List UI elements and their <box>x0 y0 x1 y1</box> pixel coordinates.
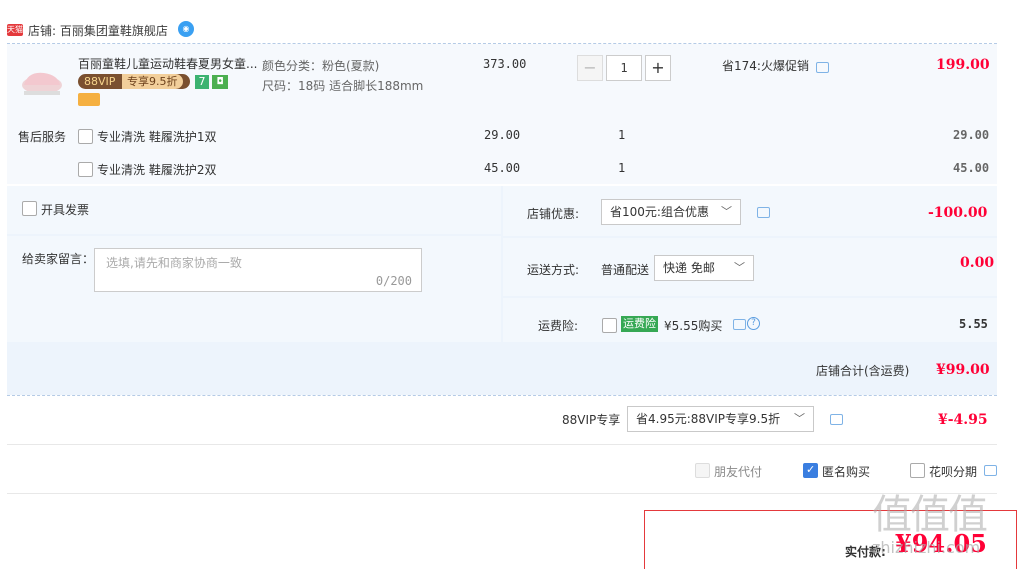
insurance-amount: 5.55 <box>959 317 988 331</box>
divider <box>7 444 997 445</box>
comment-icon[interactable] <box>733 319 746 330</box>
invoice-checkbox[interactable] <box>22 201 37 216</box>
vip88-selected: 省4.95元:88VIP专享9.5折 <box>636 412 781 426</box>
service-qty-1: 1 <box>618 128 626 142</box>
decrease-quantity-button[interactable]: − <box>577 55 603 81</box>
discount-amount: -100.00 <box>928 205 988 221</box>
anonymous-label: 匿名购买 <box>822 465 871 479</box>
discount-select[interactable]: 省100元:组合优惠 ﹀ <box>601 199 741 225</box>
services-label: 售后服务 <box>18 130 67 144</box>
insurance-checkbox[interactable] <box>602 318 617 333</box>
service-name-1: 专业清洗 鞋履洗护1双 <box>97 130 217 144</box>
discount-label: 店铺优惠: <box>527 207 580 221</box>
unit-price: 373.00 <box>483 57 527 71</box>
increase-quantity-button[interactable]: + <box>645 55 671 81</box>
shop-label: 店铺: <box>28 24 57 38</box>
huabei-label: 花呗分期 <box>929 465 978 479</box>
seven-day-return-icon: 7 <box>195 75 209 89</box>
shop-total-amount: ¥99.00 <box>936 362 990 378</box>
wangwang-icon[interactable]: ◉ <box>178 21 194 37</box>
message-placeholder: 选填,请先和商家协商一致 <box>106 256 242 270</box>
comment-icon[interactable] <box>757 207 770 218</box>
vip-badge: 88VIP 专享9.5折 <box>78 74 190 89</box>
comment-icon[interactable] <box>984 465 997 476</box>
vip88-label: 88VIP专享 <box>562 413 621 427</box>
huabei-checkbox[interactable] <box>910 463 925 478</box>
insurance-label: 运费险: <box>538 319 579 333</box>
shipping-label: 运送方式: <box>527 263 580 277</box>
service-total-1: 29.00 <box>953 128 990 142</box>
friend-pay-checkbox[interactable] <box>695 463 710 478</box>
chevron-down-icon: ﹀ <box>734 261 745 274</box>
product-title[interactable]: 百丽童鞋儿童运动鞋春夏男女童... <box>78 55 257 72</box>
card-icon <box>78 93 100 106</box>
vip88-select[interactable]: 省4.95元:88VIP专享9.5折 ﹀ <box>627 406 814 432</box>
vip88-amount: ¥-4.95 <box>938 412 988 428</box>
service-total-2: 45.00 <box>953 161 990 175</box>
comment-icon[interactable] <box>816 62 829 73</box>
service-price-2: 45.00 <box>484 161 521 175</box>
shipping-type: 普通配送 <box>601 263 650 277</box>
insurance-text: ¥5.55购买 <box>664 319 723 333</box>
shipping-selected: 快递 免邮 <box>663 261 715 275</box>
service-qty-2: 1 <box>618 161 626 175</box>
quantity-input[interactable]: 1 <box>606 55 642 81</box>
chevron-down-icon: ﹀ <box>794 412 805 425</box>
service-checkbox-1[interactable] <box>78 129 93 144</box>
divider <box>7 493 997 494</box>
product-thumbnail[interactable] <box>18 55 66 103</box>
service-price-1: 29.00 <box>484 128 521 142</box>
divider <box>7 395 997 396</box>
service-checkbox-2[interactable] <box>78 162 93 177</box>
discount-selected: 省100元:组合优惠 <box>610 205 709 219</box>
invoice-label: 开具发票 <box>41 203 90 217</box>
chevron-down-icon: ﹀ <box>721 205 732 218</box>
anonymous-checkbox[interactable] <box>803 463 818 478</box>
insurance-tag: 运费险 <box>621 316 658 332</box>
message-input[interactable]: 选填,请先和商家协商一致 0/200 <box>94 248 422 292</box>
guarantee-icon: ◘ <box>212 75 228 89</box>
watermark-url: zhizhizhi.com <box>872 538 981 557</box>
item-subtotal: 199.00 <box>936 57 990 73</box>
shop-name[interactable]: 店铺: 百丽集团童鞋旗舰店 <box>28 22 168 39</box>
friend-pay-label: 朋友代付 <box>714 465 763 479</box>
comment-icon[interactable] <box>830 414 843 425</box>
shipping-select[interactable]: 快递 免邮 ﹀ <box>654 255 754 281</box>
message-counter: 0/200 <box>375 274 412 288</box>
help-icon[interactable]: ? <box>747 317 760 330</box>
service-name-2: 专业清洗 鞋履洗护2双 <box>97 163 217 177</box>
tmall-logo: 天猫 <box>7 24 23 36</box>
shop-link[interactable]: 百丽集团童鞋旗舰店 <box>60 24 168 38</box>
vip-discount: 专享9.5折 <box>122 74 183 89</box>
vip-badge-label: 88VIP <box>84 75 116 88</box>
message-label: 给卖家留言： <box>22 252 95 266</box>
attr-color: 颜色分类：粉色(夏款) <box>262 59 380 73</box>
promo-text: 省174:火爆促销 <box>722 59 809 73</box>
watermark-logo: 值值值 <box>872 492 988 538</box>
attr-size: 尺码：18码 适合脚长188mm <box>262 79 424 93</box>
shipping-amount: 0.00 <box>960 255 995 271</box>
shop-total-label: 店铺合计(含运费) <box>816 364 910 378</box>
